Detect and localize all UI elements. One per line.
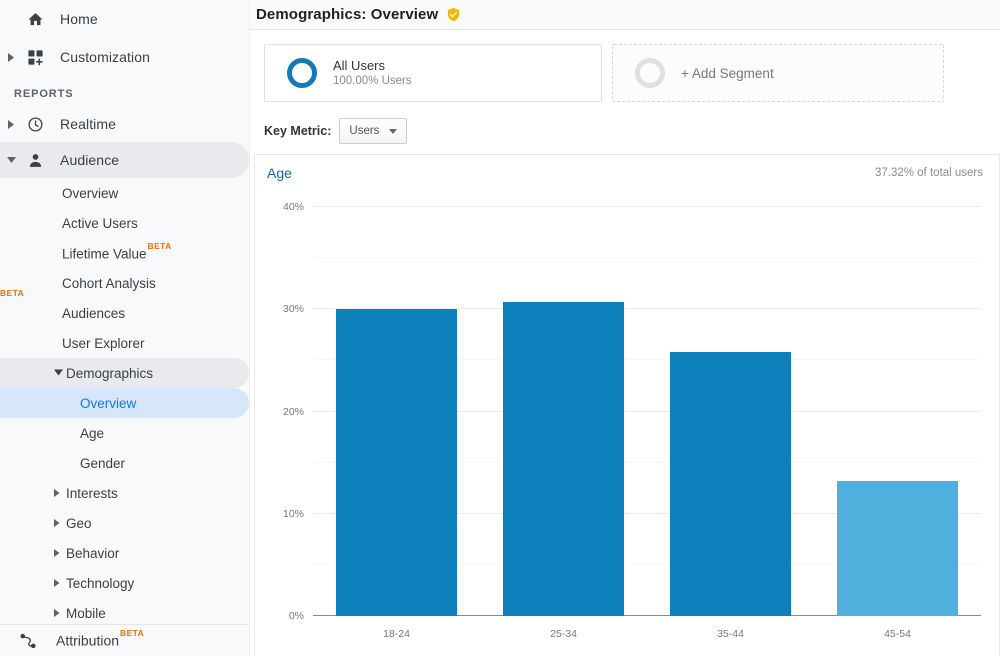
clock-icon bbox=[22, 116, 48, 133]
sidebar-item-behavior[interactable]: Behavior bbox=[0, 538, 249, 568]
chart-header: Age 37.32% of total users bbox=[255, 155, 999, 181]
key-metric-label: Key Metric: bbox=[264, 124, 332, 138]
sidebar-item-demographics-gender[interactable]: Gender bbox=[0, 448, 249, 478]
attribution-icon bbox=[0, 632, 56, 650]
add-segment-label: + Add Segment bbox=[681, 65, 774, 81]
sidebar-item-demographics-gender-label: Gender bbox=[80, 455, 126, 471]
sidebar-item-interests-label: Interests bbox=[66, 485, 118, 501]
sidebar-item-cohort-analysis-label: Cohort Analysis bbox=[62, 276, 156, 291]
segment-ring-icon bbox=[287, 58, 317, 88]
sidebar-item-behavior-label: Behavior bbox=[66, 545, 120, 561]
sidebar-item-technology-label: Technology bbox=[66, 575, 135, 591]
sidebar-item-audience[interactable]: Audience bbox=[0, 142, 249, 178]
sidebar-item-audiences[interactable]: Audiences bbox=[0, 298, 249, 328]
page-title: Demographics: Overview bbox=[256, 6, 439, 23]
customization-icon bbox=[22, 49, 48, 66]
y-axis-tick-label: 20% bbox=[282, 405, 304, 418]
sidebar-item-user-explorer-label: User Explorer bbox=[62, 335, 145, 351]
sidebar-section-reports: REPORTS bbox=[14, 88, 74, 100]
segment-all-users[interactable]: All Users 100.00% Users bbox=[264, 44, 602, 102]
left-sidebar: Home Customization REPORTS Realtime Audi… bbox=[0, 0, 250, 656]
sidebar-item-demographics-label: Demographics bbox=[66, 365, 154, 381]
key-metric-value: Users bbox=[349, 125, 380, 137]
segment-all-users-title: All Users bbox=[333, 57, 386, 73]
sidebar-item-audience-overview[interactable]: Overview bbox=[0, 178, 249, 208]
empty-ring-icon bbox=[635, 58, 665, 88]
sidebar-item-lifetime-value[interactable]: Lifetime ValueBETA bbox=[0, 238, 249, 268]
sidebar-item-geo[interactable]: Geo bbox=[0, 508, 249, 538]
sidebar-item-active-users-label: Active Users bbox=[62, 215, 138, 231]
age-bar-chart: 0% 10% 20% 30% 40% 18-24 25-34 35-44 45-54 bbox=[255, 193, 999, 656]
sidebar-item-audiences-label: Audiences bbox=[62, 305, 126, 321]
sidebar-item-home-label: Home bbox=[60, 11, 98, 27]
sidebar-item-demographics-overview-label: Overview bbox=[80, 395, 137, 411]
bar-25-34[interactable] bbox=[503, 302, 624, 616]
sidebar-item-home[interactable]: Home bbox=[0, 0, 249, 38]
gridline bbox=[313, 206, 981, 207]
beta-badge: BETA bbox=[147, 240, 172, 251]
x-axis-tick-label: 45-54 bbox=[884, 628, 911, 640]
y-axis-tick-label: 10% bbox=[282, 507, 304, 520]
sidebar-item-geo-label: Geo bbox=[66, 515, 92, 531]
verified-shield-icon bbox=[446, 7, 461, 22]
y-axis-tick-label: 0% bbox=[288, 610, 304, 622]
beta-badge: BETA bbox=[120, 628, 145, 639]
sidebar-item-realtime-label: Realtime bbox=[60, 116, 117, 132]
sidebar-item-demographics-overview[interactable]: Overview bbox=[0, 388, 249, 418]
chevron-right-icon[interactable] bbox=[0, 119, 22, 129]
total-users-label: 37.32% of total users bbox=[874, 167, 983, 179]
x-axis-tick-label: 35-44 bbox=[717, 628, 744, 640]
sidebar-item-customization[interactable]: Customization bbox=[0, 38, 249, 76]
sidebar-item-cohort-analysis[interactable]: Cohort Analysis BETA bbox=[0, 268, 249, 299]
sidebar-item-active-users[interactable]: Active Users bbox=[0, 208, 249, 238]
key-metric-dropdown[interactable]: Users bbox=[339, 118, 408, 144]
sidebar-item-audience-overview-label: Overview bbox=[62, 185, 119, 201]
sidebar-item-demographics-age[interactable]: Age bbox=[0, 418, 249, 448]
bar-45-54[interactable] bbox=[837, 481, 958, 616]
chevron-right-icon[interactable] bbox=[0, 52, 22, 62]
bar-35-44[interactable] bbox=[670, 352, 791, 616]
plot-area: 0% 10% 20% 30% 40% 18-24 25-34 35-44 45-54 bbox=[283, 201, 981, 640]
analytics-app: Home Customization REPORTS Realtime Audi… bbox=[0, 0, 1000, 656]
sidebar-item-interests[interactable]: Interests bbox=[0, 478, 249, 508]
sidebar-item-attribution[interactable]: AttributionBETA bbox=[0, 624, 249, 656]
age-report-link[interactable]: Age bbox=[267, 165, 292, 181]
segment-all-users-subtitle: 100.00% Users bbox=[333, 74, 412, 87]
sidebar-item-mobile-label: Mobile bbox=[66, 605, 106, 621]
sidebar-item-technology[interactable]: Technology bbox=[0, 568, 249, 598]
main-content: Demographics: Overview All Users 100.00%… bbox=[250, 0, 1000, 656]
add-segment-button[interactable]: + Add Segment bbox=[612, 44, 944, 102]
person-icon bbox=[22, 152, 48, 169]
sidebar-item-user-explorer[interactable]: User Explorer bbox=[0, 328, 249, 358]
sidebar-item-audience-label: Audience bbox=[60, 152, 120, 168]
segment-bar: All Users 100.00% Users + Add Segment bbox=[250, 30, 1000, 102]
sidebar-item-customization-label: Customization bbox=[60, 49, 151, 65]
sidebar-item-demographics-age-label: Age bbox=[80, 425, 105, 441]
y-axis-tick-label: 30% bbox=[282, 303, 304, 316]
x-axis-tick-label: 25-34 bbox=[550, 628, 577, 640]
sidebar-item-demographics[interactable]: Demographics bbox=[0, 358, 249, 388]
sidebar-item-attribution-label: Attribution bbox=[56, 632, 120, 649]
sidebar-scroll-area[interactable]: Home Customization REPORTS Realtime Audi… bbox=[0, 0, 249, 624]
chevron-down-icon bbox=[389, 128, 398, 134]
gridline-minor bbox=[313, 257, 981, 259]
key-metric-row: Key Metric: Users bbox=[250, 102, 1000, 154]
report-body: All Users 100.00% Users + Add Segment Ke… bbox=[250, 30, 1000, 656]
home-icon bbox=[22, 11, 48, 28]
sidebar-item-mobile[interactable]: Mobile bbox=[0, 598, 249, 624]
sidebar-item-lifetime-value-label: Lifetime Value bbox=[62, 246, 147, 262]
age-chart-card: Age 37.32% of total users 0% 10% 20% 30% 40%… bbox=[254, 154, 1000, 656]
sidebar-item-realtime[interactable]: Realtime bbox=[0, 106, 249, 142]
x-axis-tick-label: 18-24 bbox=[383, 628, 410, 640]
chevron-down-icon[interactable] bbox=[0, 156, 22, 164]
y-axis-tick-label: 40% bbox=[282, 201, 304, 213]
page-header: Demographics: Overview bbox=[250, 0, 1000, 30]
bar-18-24[interactable] bbox=[336, 309, 457, 616]
